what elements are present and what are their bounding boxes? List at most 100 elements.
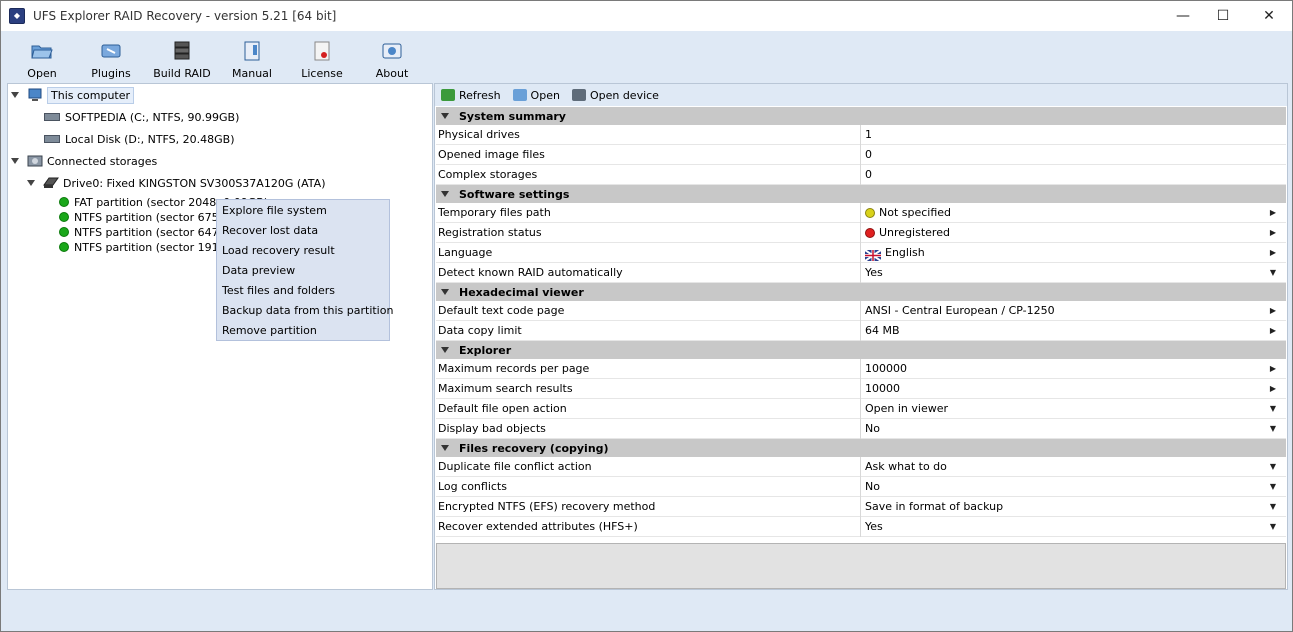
device-icon <box>571 89 586 101</box>
prop-value-cell[interactable]: 64 MB ▶ <box>860 321 1284 341</box>
about-button[interactable]: About <box>360 34 424 80</box>
prop-detect-raid[interactable]: Detect known RAID automatically Yes ▼ <box>436 263 1286 283</box>
prop-value: Unregistered <box>879 226 950 239</box>
collapse-icon[interactable] <box>11 158 19 164</box>
prop-name: Default text code page <box>438 304 565 317</box>
folder-open-icon <box>30 40 54 62</box>
prop-efs-method[interactable]: Encrypted NTFS (EFS) recovery method Save… <box>436 497 1286 517</box>
tree-node-drive-d[interactable]: Local Disk (D:, NTFS, 20.48GB) <box>44 129 235 149</box>
prop-name: Log conflicts <box>438 480 507 493</box>
dropdown-arrow-icon[interactable]: ▼ <box>1270 399 1276 419</box>
prop-value-cell[interactable]: 100000 ▶ <box>860 359 1284 379</box>
dropdown-arrow-icon[interactable]: ▼ <box>1270 457 1276 477</box>
expand-arrow-icon[interactable]: ▶ <box>1270 243 1276 263</box>
prop-physical-drives[interactable]: Physical drives 1 <box>436 125 1286 145</box>
properties-toolbar: Refresh Open Open device <box>435 84 1287 106</box>
build-raid-label: Build RAID <box>153 67 211 80</box>
menu-item-data-preview[interactable]: Data preview <box>217 261 389 281</box>
open-button[interactable]: Open <box>10 34 74 80</box>
collapse-icon[interactable] <box>11 92 19 98</box>
prop-opened-images[interactable]: Opened image files 0 <box>436 145 1286 165</box>
prop-dup-conflict[interactable]: Duplicate file conflict action Ask what t… <box>436 457 1286 477</box>
partition-ok-icon <box>59 227 69 237</box>
expand-arrow-icon[interactable]: ▶ <box>1270 223 1276 243</box>
prop-name: Encrypted NTFS (EFS) recovery method <box>438 500 656 513</box>
menu-item-recover-lost-data[interactable]: Recover lost data <box>217 221 389 241</box>
prop-max-records[interactable]: Maximum records per page 100000 ▶ <box>436 359 1286 379</box>
prop-value-cell[interactable]: No ▼ <box>860 477 1284 497</box>
prop-value-cell[interactable]: English ▶ <box>860 243 1284 263</box>
title-bar: ◆ UFS Explorer RAID Recovery - version 5… <box>1 1 1292 31</box>
refresh-button[interactable]: Refresh <box>441 89 501 102</box>
menu-item-test-files-folders[interactable]: Test files and folders <box>217 281 389 301</box>
section-hex-viewer[interactable]: Hexadecimal viewer <box>436 283 1286 301</box>
prop-value-cell[interactable]: 10000 ▶ <box>860 379 1284 399</box>
prop-value-cell[interactable]: Yes ▼ <box>860 517 1284 537</box>
menu-item-backup-partition[interactable]: Backup data from this partition <box>217 301 393 321</box>
manual-button[interactable]: Manual <box>220 34 284 80</box>
dropdown-arrow-icon[interactable]: ▼ <box>1270 477 1276 497</box>
prop-value-cell[interactable]: Save in format of backup ▼ <box>860 497 1284 517</box>
prop-log-conflicts[interactable]: Log conflicts No ▼ <box>436 477 1286 497</box>
collapse-icon[interactable] <box>27 180 35 186</box>
prop-value-cell[interactable]: Not specified ▶ <box>860 203 1284 223</box>
prop-ext-attrs[interactable]: Recover extended attributes (HFS+) Yes ▼ <box>436 517 1286 537</box>
maximize-button[interactable]: ☐ <box>1200 1 1246 31</box>
prop-temp-path[interactable]: Temporary files path Not specified ▶ <box>436 203 1286 223</box>
tree-node-connected-storages[interactable]: Connected storages <box>11 151 157 171</box>
open-device-label: Open device <box>589 88 659 102</box>
prop-name: Complex storages <box>438 168 538 181</box>
prop-value-cell[interactable]: No ▼ <box>860 419 1284 439</box>
prop-value-cell[interactable]: Unregistered ▶ <box>860 223 1284 243</box>
collapse-icon <box>441 191 449 197</box>
prop-bad-objects[interactable]: Display bad objects No ▼ <box>436 419 1286 439</box>
prop-reg-status[interactable]: Registration status Unregistered ▶ <box>436 223 1286 243</box>
prop-value: English <box>885 246 925 259</box>
menu-item-load-recovery-result[interactable]: Load recovery result <box>217 241 389 261</box>
disk-icon <box>43 177 59 189</box>
expand-arrow-icon[interactable]: ▶ <box>1270 203 1276 223</box>
prop-language[interactable]: Language English ▶ <box>436 243 1286 263</box>
expand-arrow-icon[interactable]: ▶ <box>1270 379 1276 399</box>
dropdown-arrow-icon[interactable]: ▼ <box>1270 419 1276 439</box>
prop-complex-storages[interactable]: Complex storages 0 <box>436 165 1286 185</box>
prop-copy-limit[interactable]: Data copy limit 64 MB ▶ <box>436 321 1286 341</box>
tree-node-partition-4[interactable]: NTFS partition (sector 191490 <box>59 237 240 257</box>
section-explorer[interactable]: Explorer <box>436 341 1286 359</box>
close-button[interactable]: ✕ <box>1246 1 1292 31</box>
window-title: UFS Explorer RAID Recovery - version 5.2… <box>33 9 337 23</box>
prop-value-cell[interactable]: ANSI - Central European / CP-1250 ▶ <box>860 301 1284 321</box>
section-files-recovery[interactable]: Files recovery (copying) <box>436 439 1286 457</box>
plugins-button[interactable]: Plugins <box>79 34 143 80</box>
prop-max-search[interactable]: Maximum search results 10000 ▶ <box>436 379 1286 399</box>
build-raid-button[interactable]: Build RAID <box>150 34 214 80</box>
prop-code-page[interactable]: Default text code page ANSI - Central Eur… <box>436 301 1286 321</box>
license-button[interactable]: License <box>290 34 354 80</box>
dropdown-arrow-icon[interactable]: ▼ <box>1270 263 1276 283</box>
expand-arrow-icon[interactable]: ▶ <box>1270 321 1276 341</box>
prop-value-cell[interactable]: Ask what to do ▼ <box>860 457 1284 477</box>
dropdown-arrow-icon[interactable]: ▼ <box>1270 497 1276 517</box>
about-label: About <box>375 67 409 80</box>
tree-node-drive0[interactable]: Drive0: Fixed KINGSTON SV300S37A120G (AT… <box>27 173 326 193</box>
expand-arrow-icon[interactable]: ▶ <box>1270 359 1276 379</box>
section-system-summary[interactable]: System summary <box>436 107 1286 125</box>
prop-open-action[interactable]: Default file open action Open in viewer ▼ <box>436 399 1286 419</box>
section-software-settings[interactable]: Software settings <box>436 185 1286 203</box>
tree-node-this-computer[interactable]: This computer <box>11 85 135 105</box>
prop-value: Open in viewer <box>865 402 949 415</box>
prop-value-cell[interactable]: Yes ▼ <box>860 263 1284 283</box>
open-button-secondary[interactable]: Open <box>512 89 560 102</box>
prop-value: 100000 <box>865 362 907 375</box>
dropdown-arrow-icon[interactable]: ▼ <box>1270 517 1276 537</box>
menu-item-remove-partition[interactable]: Remove partition <box>217 321 389 341</box>
drive0-label: Drive0: Fixed KINGSTON SV300S37A120G (AT… <box>63 176 326 190</box>
menu-item-explore-file-system[interactable]: Explore file system <box>217 201 389 221</box>
open-device-button[interactable]: Open device <box>571 88 659 102</box>
prop-value-cell[interactable]: Open in viewer ▼ <box>860 399 1284 419</box>
prop-name: Detect known RAID automatically <box>438 266 623 279</box>
expand-arrow-icon[interactable]: ▶ <box>1270 301 1276 321</box>
prop-name: Maximum search results <box>438 382 573 395</box>
description-box <box>436 543 1286 589</box>
tree-node-drive-c[interactable]: SOFTPEDIA (C:, NTFS, 90.99GB) <box>44 107 239 127</box>
